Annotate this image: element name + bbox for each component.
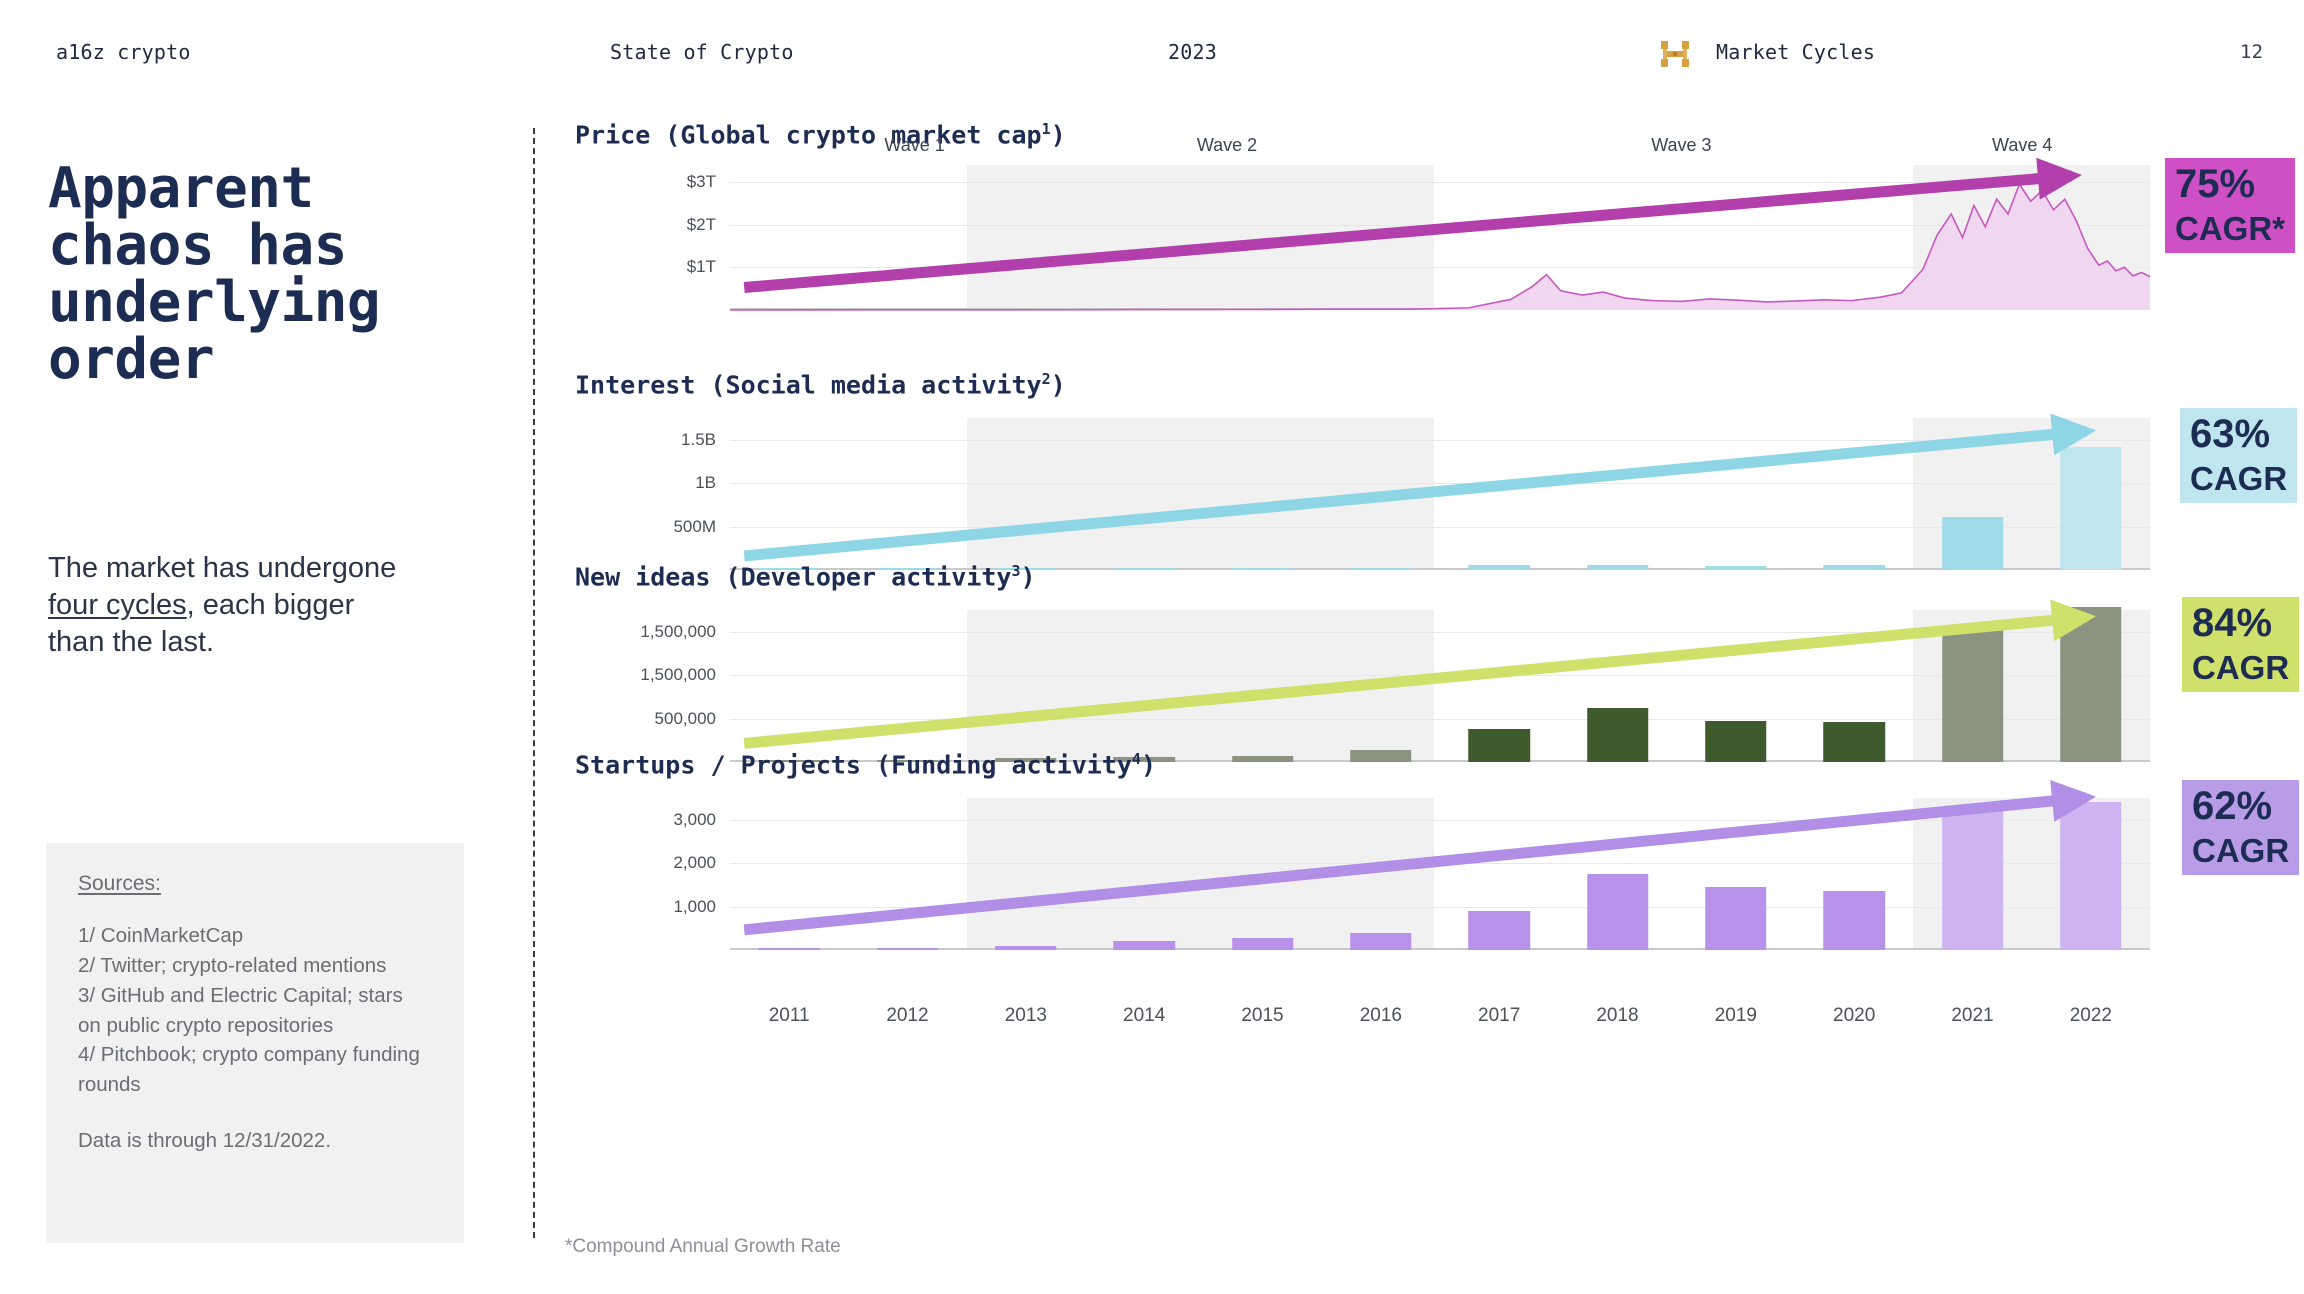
- chart-title-startups-footnote-marker: 4: [1131, 750, 1141, 768]
- badge-price-pct: 75%: [2165, 158, 2296, 208]
- bar-2015: [1231, 755, 1294, 762]
- bar-2019: [1705, 566, 1767, 570]
- y-axis-tick-label: 2,000: [673, 853, 716, 873]
- y-axis-tick-label: 1,500,000: [640, 621, 716, 641]
- sources-panel: Sources: 1/ CoinMarketCap 2/ Twitter; cr…: [46, 843, 464, 1243]
- badge-interest-cagr: 63% CAGR: [2180, 408, 2298, 503]
- badge-interest-label: CAGR: [2180, 458, 2298, 503]
- chart-title-price: Price (Global crypto market cap1): [575, 120, 1066, 149]
- x-axis-tick-2012: 2012: [886, 1005, 929, 1026]
- wave-label-wave-1: Wave 1: [884, 135, 945, 155]
- x-axis-tick-2020: 2020: [1833, 1005, 1876, 1026]
- chart-title-price-text: Price (Global crypto market cap: [575, 120, 1042, 150]
- cagr-footnote: *Compound Annual Growth Rate: [565, 1236, 841, 1257]
- x-axis-tick-2011: 2011: [768, 1005, 810, 1026]
- chart-title-startups-suffix: ): [1140, 750, 1156, 780]
- wave-label-wave-3: Wave 3: [1651, 135, 1712, 155]
- trend-arrow-startups: [743, 780, 2097, 936]
- x-axis-year-labels: 2011 2012 2013 2014 2015 2016 2017 2018 2019 2020…: [730, 1005, 2150, 1035]
- bar-2017: [1468, 565, 1530, 570]
- subhead-link-four-cycles[interactable]: four cycles: [48, 589, 187, 621]
- chart-title-interest-text: Interest (Social media activity: [575, 370, 1042, 400]
- trend-arrow-new_ideas: [743, 599, 2097, 749]
- y-axis-tick-label: 1,000: [673, 896, 716, 916]
- page-title: Apparent chaos has underlying order: [48, 156, 381, 393]
- bar-2013: [995, 946, 1057, 950]
- section-label: Market Cycles: [1716, 40, 1876, 64]
- chart-title-interest: Interest (Social media activity2): [575, 370, 1066, 399]
- chart-title-startups-text: Startups / Projects (Funding activity: [575, 750, 1132, 780]
- chart-title-new-ideas-suffix: ): [1020, 562, 1036, 592]
- chart-title-new-ideas: New ideas (Developer activity3): [575, 562, 1036, 591]
- chart-title-interest-footnote-marker: 2: [1041, 370, 1051, 388]
- y-axis-tick-label: 3,000: [673, 809, 716, 829]
- bar-2016: [1350, 568, 1412, 570]
- y-axis-tick-label: $2T: [686, 214, 716, 234]
- page-number: 12: [2240, 41, 2264, 63]
- x-axis-tick-2013: 2013: [1004, 1005, 1047, 1026]
- trend-arrow-interest: [743, 413, 2097, 562]
- x-axis-tick-2019: 2019: [1714, 1005, 1757, 1026]
- y-axis-tick-label: 1B: [695, 473, 716, 493]
- x-axis-tick-2015: 2015: [1241, 1005, 1284, 1026]
- bar-2015: [1231, 568, 1294, 570]
- slide-header: a16z crypto State of Crypto 2023 Market …: [0, 0, 2304, 92]
- badge-new-ideas-cagr: 84% CAGR: [2182, 597, 2300, 692]
- badge-new-ideas-label: CAGR: [2182, 647, 2300, 692]
- wave-label-wave-4: Wave 4: [1992, 135, 2053, 155]
- subhead-copy: The market has undergone four cycles, ea…: [48, 550, 408, 661]
- bar-2014: [1113, 941, 1175, 950]
- plot-area-interest: 1.5B 1B 500M: [673, 413, 2150, 570]
- bar-2011: [758, 948, 820, 950]
- x-axis-tick-2021: 2021: [1951, 1005, 1994, 1026]
- badge-price-cagr: 75% CAGR*: [2165, 158, 2296, 253]
- chart-title-price-suffix: ): [1050, 120, 1066, 150]
- y-axis-tick-label: $3T: [686, 172, 716, 192]
- y-axis-tick-label: 1.5B: [681, 429, 716, 449]
- a16z-butterfly-logo-icon: [1660, 40, 1690, 68]
- data-through-note: Data is through 12/31/2022.: [78, 1128, 332, 1152]
- plot-area-startups: 3,000 2,000 1,000: [673, 780, 2150, 950]
- subhead-part-1: The market has undergone: [48, 552, 397, 584]
- x-axis-tick-2018: 2018: [1596, 1005, 1639, 1026]
- x-axis-tick-2016: 2016: [1359, 1005, 1402, 1026]
- bar-2020: [1823, 564, 1885, 570]
- plot-area-price: $3T $2T $1T Wave 1 Wave 2 Wave 3 Wave 4: [687, 135, 2151, 311]
- chart-title-startups: Startups / Projects (Funding activity4): [575, 750, 1156, 779]
- wave-label-wave-2: Wave 2: [1196, 135, 1258, 155]
- bar-2014: [1113, 568, 1175, 570]
- trend-arrow-price: [743, 157, 2082, 293]
- y-axis-tick-label: 1,500,000: [640, 665, 716, 685]
- axis-baseline: [730, 948, 2150, 950]
- vertical-dashed-divider: [533, 128, 535, 1238]
- bar-2018: [1586, 564, 1649, 570]
- badge-new-ideas-pct: 84%: [2182, 597, 2300, 647]
- x-axis-tick-2017: 2017: [1478, 1005, 1521, 1026]
- badge-price-label: CAGR*: [2165, 208, 2296, 253]
- badge-startups-cagr: 62% CAGR: [2182, 780, 2300, 875]
- y-axis-tick-label: $1T: [686, 257, 716, 277]
- badge-startups-pct: 62%: [2182, 780, 2300, 830]
- chart-title-new-ideas-text: New ideas (Developer activity: [575, 562, 1012, 592]
- chart-title-price-footnote-marker: 1: [1041, 120, 1051, 138]
- x-axis-tick-2022: 2022: [2069, 1005, 2112, 1026]
- chart-title-interest-suffix: ): [1050, 370, 1066, 400]
- badge-startups-label: CAGR: [2182, 830, 2300, 875]
- sources-heading: Sources:: [78, 872, 161, 895]
- x-axis-tick-2014: 2014: [1123, 1005, 1166, 1026]
- y-axis-tick-label: 500M: [673, 516, 716, 536]
- bar-2012: [876, 948, 939, 950]
- plot-area-new-ideas: 1,500,000 1,500,000 500,000: [640, 599, 2150, 762]
- deck-title-label: State of Crypto: [610, 40, 794, 64]
- brand-label: a16z crypto: [56, 40, 191, 64]
- badge-interest-pct: 63%: [2180, 408, 2298, 458]
- year-label: 2023: [1168, 40, 1217, 64]
- chart-title-new-ideas-footnote-marker: 3: [1011, 562, 1021, 580]
- y-axis-tick-label: 500,000: [654, 708, 716, 728]
- sources-list: 1/ CoinMarketCap 2/ Twitter; crypto-rela…: [78, 924, 420, 1097]
- charts-container: Price (Global crypto market cap1) $3T $2T…: [570, 120, 2300, 1280]
